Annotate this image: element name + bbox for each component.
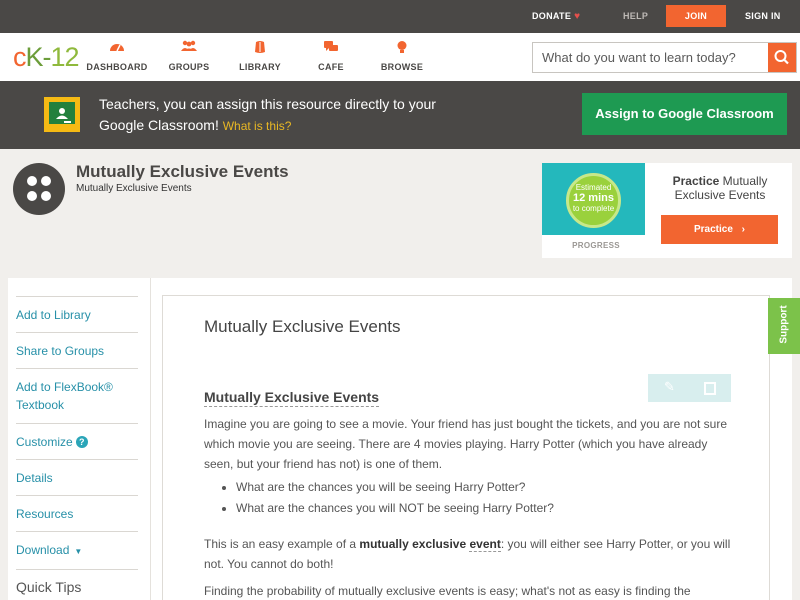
help-link[interactable]: HELP xyxy=(623,0,648,33)
sidebar-item-download[interactable]: Download ▼ xyxy=(16,531,138,561)
what-is-this-link[interactable]: What is this? xyxy=(223,119,292,133)
cafe-icon xyxy=(296,40,366,56)
list-item: What are the chances you will be seeing … xyxy=(236,477,736,498)
sidebar-item-add-to-flexbook[interactable]: Add to FlexBook® Textbook xyxy=(16,368,138,414)
caret-down-icon: ▼ xyxy=(74,547,83,556)
page-title: Mutually Exclusive Events xyxy=(76,162,289,181)
practice-progress-image: Estimated 12 mins to complete xyxy=(542,163,645,235)
sidebar-item-details[interactable]: Details xyxy=(16,459,138,487)
dashboard-icon xyxy=(82,40,152,56)
heart-icon: ♥ xyxy=(574,11,581,22)
support-tab[interactable]: Support xyxy=(768,298,800,354)
groups-icon xyxy=(154,40,224,56)
sidebar-item-label: Customize? xyxy=(16,424,138,451)
ck12-logo[interactable]: cK-12 xyxy=(13,42,80,72)
nav-library-label: LIBRARY xyxy=(239,62,281,72)
nav-browse-label: BROWSE xyxy=(380,62,424,72)
help-icon[interactable]: ? xyxy=(75,436,88,448)
notes-icon[interactable] xyxy=(704,382,716,395)
to-complete-label: to complete xyxy=(572,204,615,213)
sidebar-item-resources[interactable]: Resources xyxy=(16,495,138,523)
logo-12: 12 xyxy=(50,42,80,72)
google-classroom-icon xyxy=(44,97,80,132)
nav-library[interactable]: LIBRARY xyxy=(225,40,295,72)
list-item: What are the chances you will NOT be see… xyxy=(236,498,736,519)
sidebar-item-share-to-groups[interactable]: Share to Groups xyxy=(16,332,138,360)
classroom-banner-text: Teachers, you can assign this resource d… xyxy=(99,94,459,137)
donate-link[interactable]: DONATE ♥ xyxy=(532,0,580,33)
sidebar-item-label: Details xyxy=(16,471,53,485)
sidebar-item-add-to-library[interactable]: Add to Library xyxy=(16,296,138,324)
nav-dashboard-label: DASHBOARD xyxy=(86,62,148,72)
concept-icon xyxy=(13,163,65,215)
page-subtitle: Mutually Exclusive Events xyxy=(76,183,192,194)
search-box xyxy=(532,42,797,73)
progress-label: PROGRESS xyxy=(572,241,620,250)
support-label: Support xyxy=(778,305,790,344)
nav-browse[interactable]: BROWSE xyxy=(367,40,437,72)
section-heading: Mutually Exclusive Events xyxy=(204,389,380,407)
sidebar-item-label: Share to Groups xyxy=(16,344,105,358)
estimated-label: Estimated xyxy=(575,183,612,192)
sidebar-item-label: Download ▼ xyxy=(16,543,83,557)
quick-tips-heading[interactable]: Quick Tips xyxy=(16,569,138,595)
logo-c: c xyxy=(13,42,26,72)
search-input[interactable] xyxy=(533,43,769,72)
nav-cafe-label: CAFE xyxy=(318,62,344,72)
google-classroom-banner: Teachers, you can assign this resource d… xyxy=(0,81,800,149)
browse-icon xyxy=(367,40,437,56)
top-utility-bar: DONATE ♥ HELP JOIN SIGN IN xyxy=(0,0,800,33)
sign-in-link[interactable]: SIGN IN xyxy=(745,0,781,33)
content-heading: Mutually Exclusive Events xyxy=(204,317,401,336)
main-content: Mutually Exclusive Events ✎ Mutually Exc… xyxy=(150,278,792,600)
practice-title: Practice Mutually Exclusive Events xyxy=(660,174,780,202)
sidebar-item-label: Add to Library xyxy=(16,308,91,322)
sidebar-item-label: Add to FlexBook® Textbook xyxy=(16,380,113,412)
logo-k: K xyxy=(25,42,44,72)
estimated-time: Estimated 12 mins to complete xyxy=(566,183,621,213)
search-button[interactable] xyxy=(768,43,796,72)
nav-groups-label: GROUPS xyxy=(168,62,210,72)
annotation-toolbar: ✎ xyxy=(648,374,731,402)
chevron-right-icon: › xyxy=(741,224,746,235)
content-card: Mutually Exclusive Events ✎ Mutually Exc… xyxy=(162,295,770,600)
search-icon xyxy=(774,50,789,65)
main-nav: cK-12 DASHBOARD GROUPS LIBRARY CAFE BROW… xyxy=(0,33,800,81)
nav-cafe[interactable]: CAFE xyxy=(296,40,366,72)
nav-groups[interactable]: GROUPS xyxy=(154,40,224,72)
practice-title-bold: Practice xyxy=(672,174,720,188)
library-icon xyxy=(225,40,295,56)
join-button[interactable]: JOIN xyxy=(666,5,726,27)
intro-paragraph: Imagine you are going to see a movie. Yo… xyxy=(204,417,727,471)
nav-dashboard[interactable]: DASHBOARD xyxy=(82,40,152,72)
sidebar: Add to Library Share to Groups Add to Fl… xyxy=(8,278,150,600)
pencil-icon[interactable]: ✎ xyxy=(664,380,676,394)
example-paragraph: This is an easy example of a mutually ex… xyxy=(204,537,731,571)
sidebar-item-label: Resources xyxy=(16,507,74,521)
sidebar-item-customize[interactable]: Customize? xyxy=(16,423,138,451)
donate-label: DONATE xyxy=(532,11,572,21)
estimated-mins: 12 mins xyxy=(573,192,614,204)
event-term[interactable]: event xyxy=(469,537,501,552)
assign-google-classroom-button[interactable]: Assign to Google Classroom xyxy=(582,93,787,135)
practice-button-label: Practice xyxy=(693,224,733,235)
probability-paragraph: Finding the probability of mutually excl… xyxy=(204,584,691,598)
practice-card: Estimated 12 mins to complete PROGRESS P… xyxy=(542,163,792,258)
question-list: What are the chances you will be seeing … xyxy=(236,477,736,519)
practice-button[interactable]: Practice › xyxy=(661,215,778,244)
logo-dash: - xyxy=(42,42,52,72)
